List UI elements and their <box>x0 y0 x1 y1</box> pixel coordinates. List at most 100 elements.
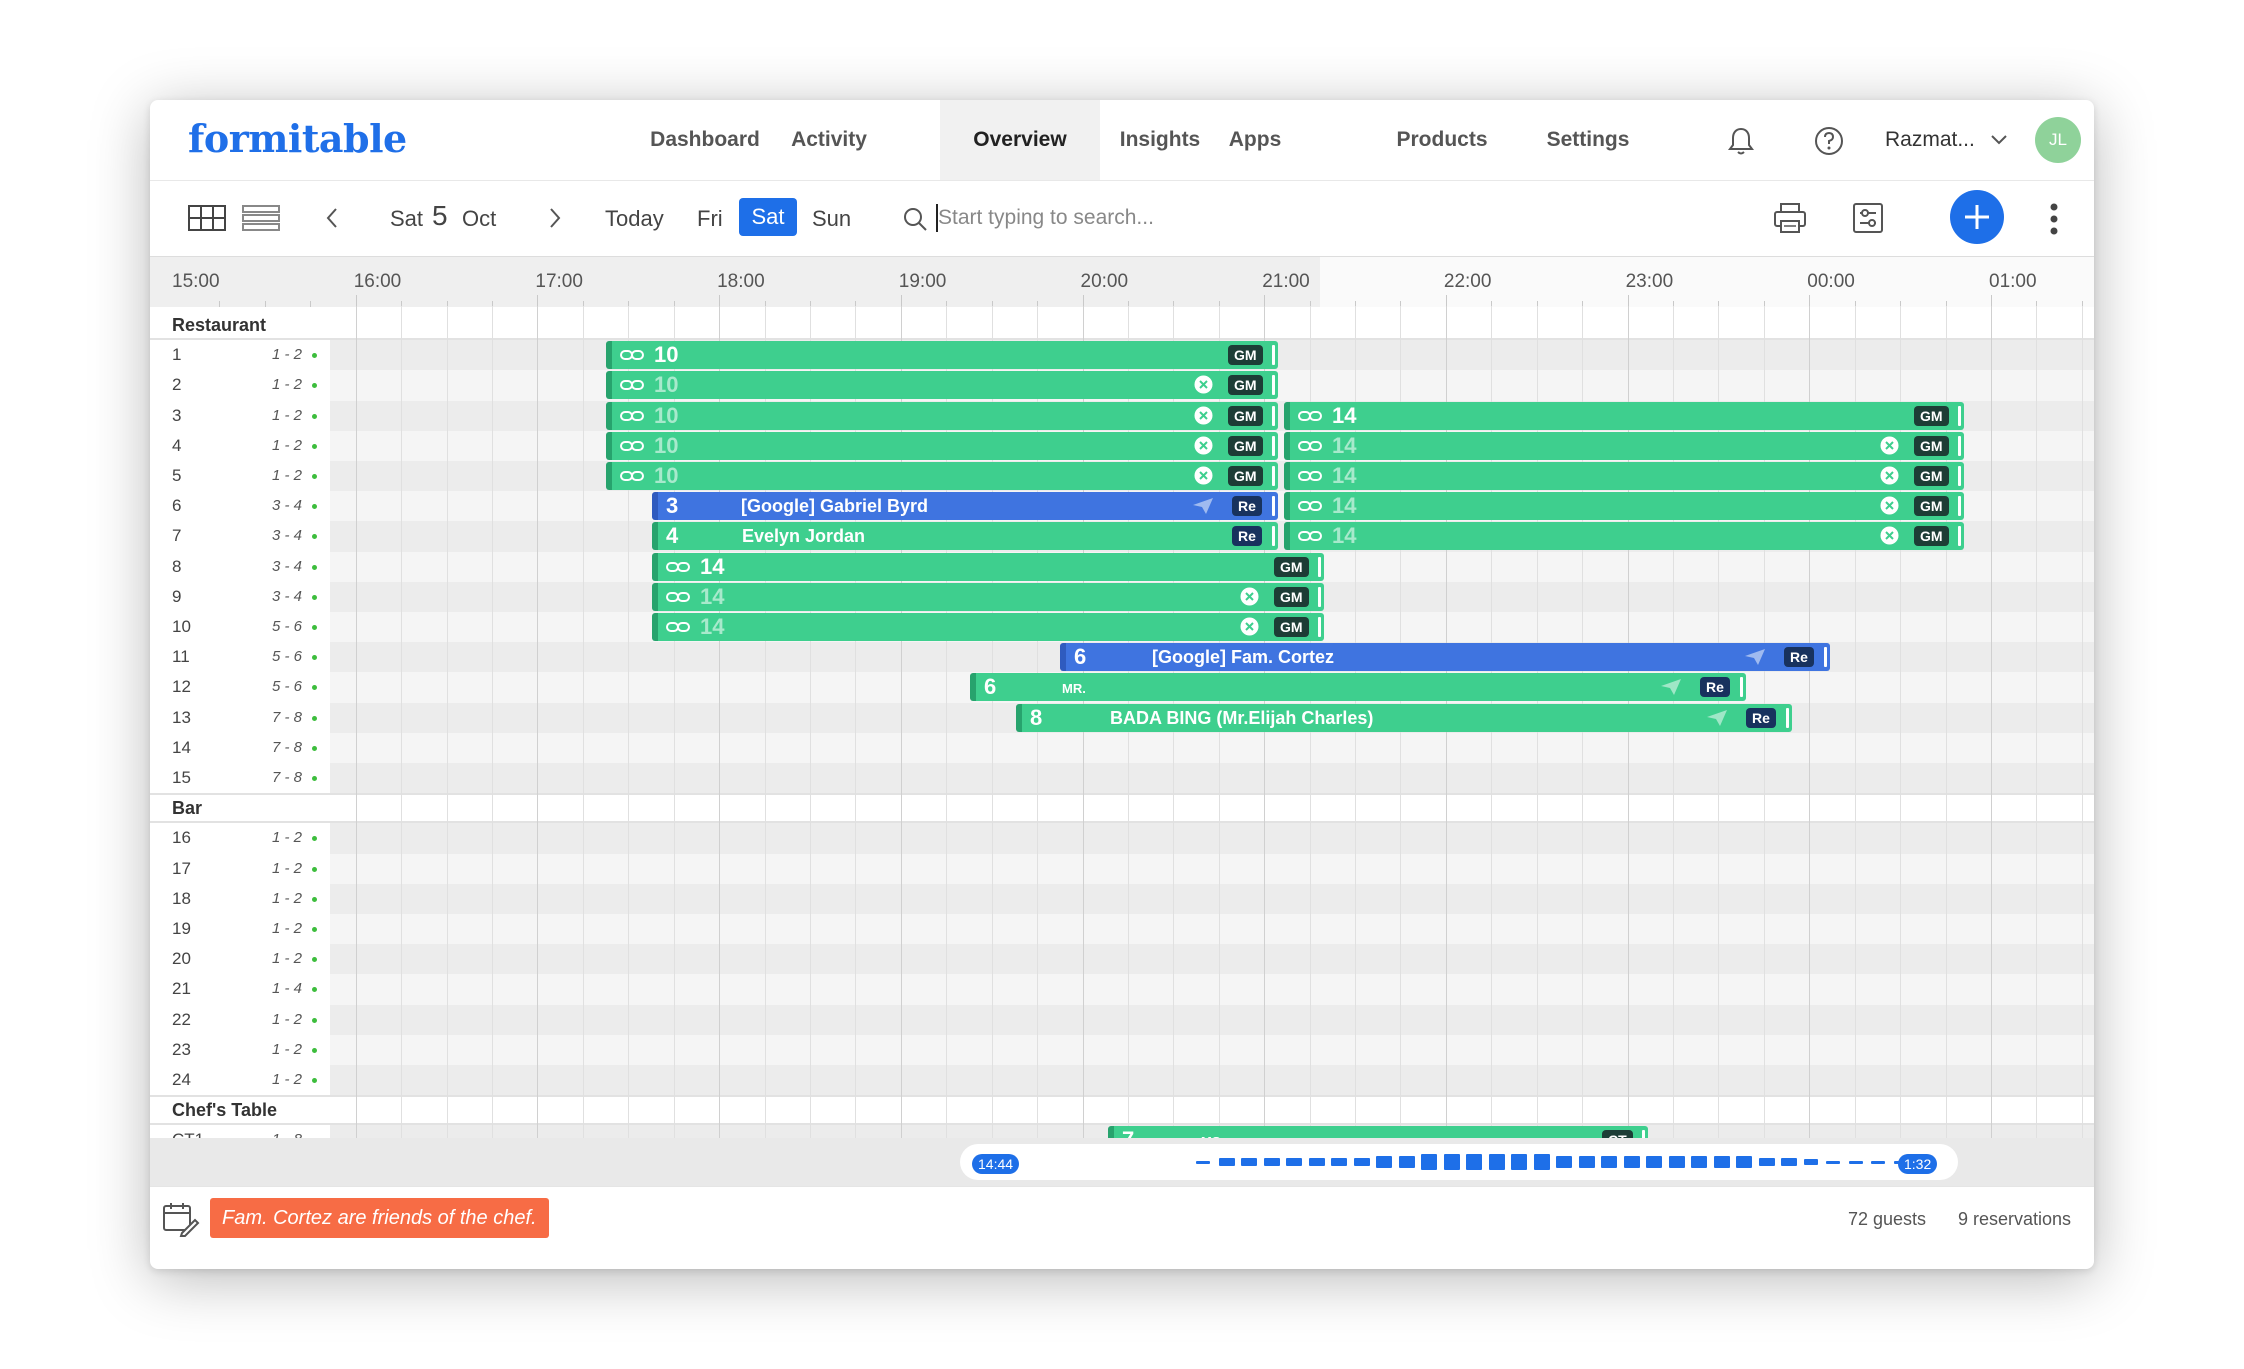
nav-activity[interactable]: Activity <box>777 100 881 180</box>
chevron-down-icon[interactable] <box>1990 134 2008 146</box>
histogram-bar <box>1556 1156 1572 1168</box>
day-sat[interactable]: Sat <box>739 198 797 236</box>
reservation-block[interactable]: 14BIG KAHUNA BURGER (Ms.Savannah Craig)G… <box>1284 431 1964 460</box>
list-view-icon[interactable] <box>242 205 280 231</box>
reservation-block[interactable]: 6 [Google] Fam. Cortez Re <box>1060 643 1830 672</box>
resize-handle[interactable] <box>1958 496 1961 517</box>
user-name[interactable]: Razmat... <box>1885 128 1975 152</box>
bell-icon[interactable] <box>1725 125 1757 157</box>
search-icon <box>904 208 927 231</box>
resize-handle[interactable] <box>1740 677 1743 698</box>
unlink-icon[interactable] <box>1880 496 1899 515</box>
resize-handle[interactable] <box>1318 586 1321 607</box>
print-icon[interactable] <box>1773 202 1807 234</box>
histogram-bar <box>1803 1159 1818 1165</box>
nav-settings[interactable]: Settings <box>1535 100 1641 180</box>
resize-handle[interactable] <box>1318 556 1321 577</box>
reservation-block[interactable]: 14MCDOWELL'S (Fam. Donaldson)GM <box>652 613 1324 641</box>
unlink-icon[interactable] <box>1194 375 1213 394</box>
next-date-icon[interactable] <box>548 207 562 229</box>
day-note[interactable]: Fam. Cortez are friends of the chef. <box>210 1198 549 1238</box>
table-capacity: 7 - 8 <box>272 708 303 726</box>
reservation-block[interactable]: 14BIG KAHUNA BURGER (Ms.Savannah Craig)G… <box>1284 462 1964 490</box>
resize-handle[interactable] <box>1272 496 1275 517</box>
grid-view-icon[interactable] <box>188 205 226 231</box>
nav-dashboard[interactable]: Dashboard <box>645 100 765 180</box>
link-icon <box>620 350 644 361</box>
availability-dot <box>312 1047 317 1053</box>
source-badge: GM <box>1914 496 1949 517</box>
reservation-block[interactable]: 10BADA BING (Mr.Dylan Rosario)GM <box>606 341 1278 370</box>
reservation-block[interactable]: 3 [Google] Gabriel Byrd Re <box>652 492 1278 521</box>
reservation-block[interactable]: 14BIG KAHUNA BURGER (Ms.Savannah Craig)G… <box>1284 492 1964 521</box>
resize-handle[interactable] <box>1272 375 1275 396</box>
nav-apps[interactable]: Apps <box>1220 100 1290 180</box>
resize-handle[interactable] <box>1958 466 1961 486</box>
nav-products[interactable]: Products <box>1380 100 1504 180</box>
unlink-icon[interactable] <box>1194 466 1213 485</box>
resize-handle[interactable] <box>1958 405 1961 426</box>
availability-dot <box>312 896 317 902</box>
table-row <box>330 763 2094 794</box>
source-badge: GM <box>1914 526 1949 547</box>
table-number: 8 <box>172 556 182 576</box>
table-capacity: 3 - 4 <box>272 557 303 575</box>
resize-handle[interactable] <box>1958 435 1961 456</box>
reservation-block[interactable]: 6MR.William SparksRe <box>970 673 1746 702</box>
unlink-icon[interactable] <box>1880 526 1899 545</box>
occupancy-histogram[interactable]: 14:44 1:32 <box>960 1144 1958 1180</box>
prev-date-icon[interactable] <box>325 207 339 229</box>
avatar[interactable]: JL <box>2035 117 2081 163</box>
link-icon <box>1298 471 1322 481</box>
unlink-icon[interactable] <box>1880 466 1899 485</box>
availability-dot <box>312 534 317 540</box>
table-capacity: 5 - 6 <box>272 678 303 696</box>
source-badge: GM <box>1914 405 1949 426</box>
grid-line <box>537 306 539 1156</box>
reservation-block[interactable]: 14MCDOWELL'S (Fam. Donaldson)GM <box>652 552 1324 581</box>
filter-settings-icon[interactable] <box>1852 202 1884 234</box>
reservation-block[interactable]: 8 BADA BING (Mr.Elijah Charles) Re <box>1016 703 1792 732</box>
reservation-block[interactable]: 10BADA BING (Mr.Dylan Rosario)GM <box>606 462 1278 490</box>
resize-handle[interactable] <box>1272 435 1275 456</box>
resize-handle[interactable] <box>1958 526 1961 547</box>
day-fri[interactable]: Fri <box>697 206 723 232</box>
search-input[interactable]: Start typing to search... <box>938 206 1154 230</box>
resize-handle[interactable] <box>1272 466 1275 486</box>
reservation-block[interactable]: 14MCDOWELL'S (Fam. Donaldson)GM <box>652 582 1324 611</box>
unlink-icon[interactable] <box>1240 617 1259 636</box>
nav-insights[interactable]: Insights <box>1110 100 1210 180</box>
unlink-icon[interactable] <box>1194 436 1213 455</box>
resize-handle[interactable] <box>1272 526 1275 547</box>
logo[interactable]: formitable <box>188 116 407 161</box>
table-capacity: 3 - 4 <box>272 587 303 605</box>
resize-handle[interactable] <box>1318 617 1321 637</box>
reservation-block[interactable]: 10BADA BING (Mr.Dylan Rosario)GM <box>606 431 1278 460</box>
reservation-block[interactable]: 10BADA BING (Mr.Dylan Rosario)GM <box>606 401 1278 430</box>
nav-overview[interactable]: Overview <box>940 100 1100 180</box>
unlink-icon[interactable] <box>1194 406 1213 425</box>
help-icon[interactable] <box>1813 125 1845 157</box>
availability-dot <box>312 504 317 510</box>
reservation-block[interactable]: 14BIG KAHUNA BURGER (Ms.Savannah Craig)G… <box>1284 522 1964 551</box>
today-button[interactable]: Today <box>605 206 664 232</box>
resize-handle[interactable] <box>1824 647 1827 668</box>
table-number: 12 <box>172 677 191 697</box>
reservation-block[interactable]: 14BIG KAHUNA BURGER (Ms.Savannah Craig)G… <box>1284 401 1964 430</box>
day-sun[interactable]: Sun <box>812 206 851 232</box>
unlink-icon[interactable] <box>1240 587 1259 606</box>
resize-handle[interactable] <box>1272 405 1275 426</box>
reservation-block[interactable]: 4 Evelyn Jordan Re <box>652 522 1278 551</box>
more-options-icon[interactable] <box>2048 202 2060 236</box>
resize-handle[interactable] <box>1272 345 1275 366</box>
calendar-note-icon[interactable] <box>162 1201 200 1237</box>
add-reservation-button[interactable] <box>1950 190 2004 244</box>
histogram-bar <box>1398 1156 1415 1168</box>
guest-count: 14 <box>1332 463 1357 488</box>
unlink-icon[interactable] <box>1880 436 1899 455</box>
resize-handle[interactable] <box>1786 707 1789 728</box>
date-weekday: Sat <box>390 206 424 231</box>
availability-dot <box>312 685 317 691</box>
guest-count: 8 <box>1030 704 1043 730</box>
reservation-block[interactable]: 10BADA BING (Mr.Dylan Rosario)GM <box>606 371 1278 400</box>
